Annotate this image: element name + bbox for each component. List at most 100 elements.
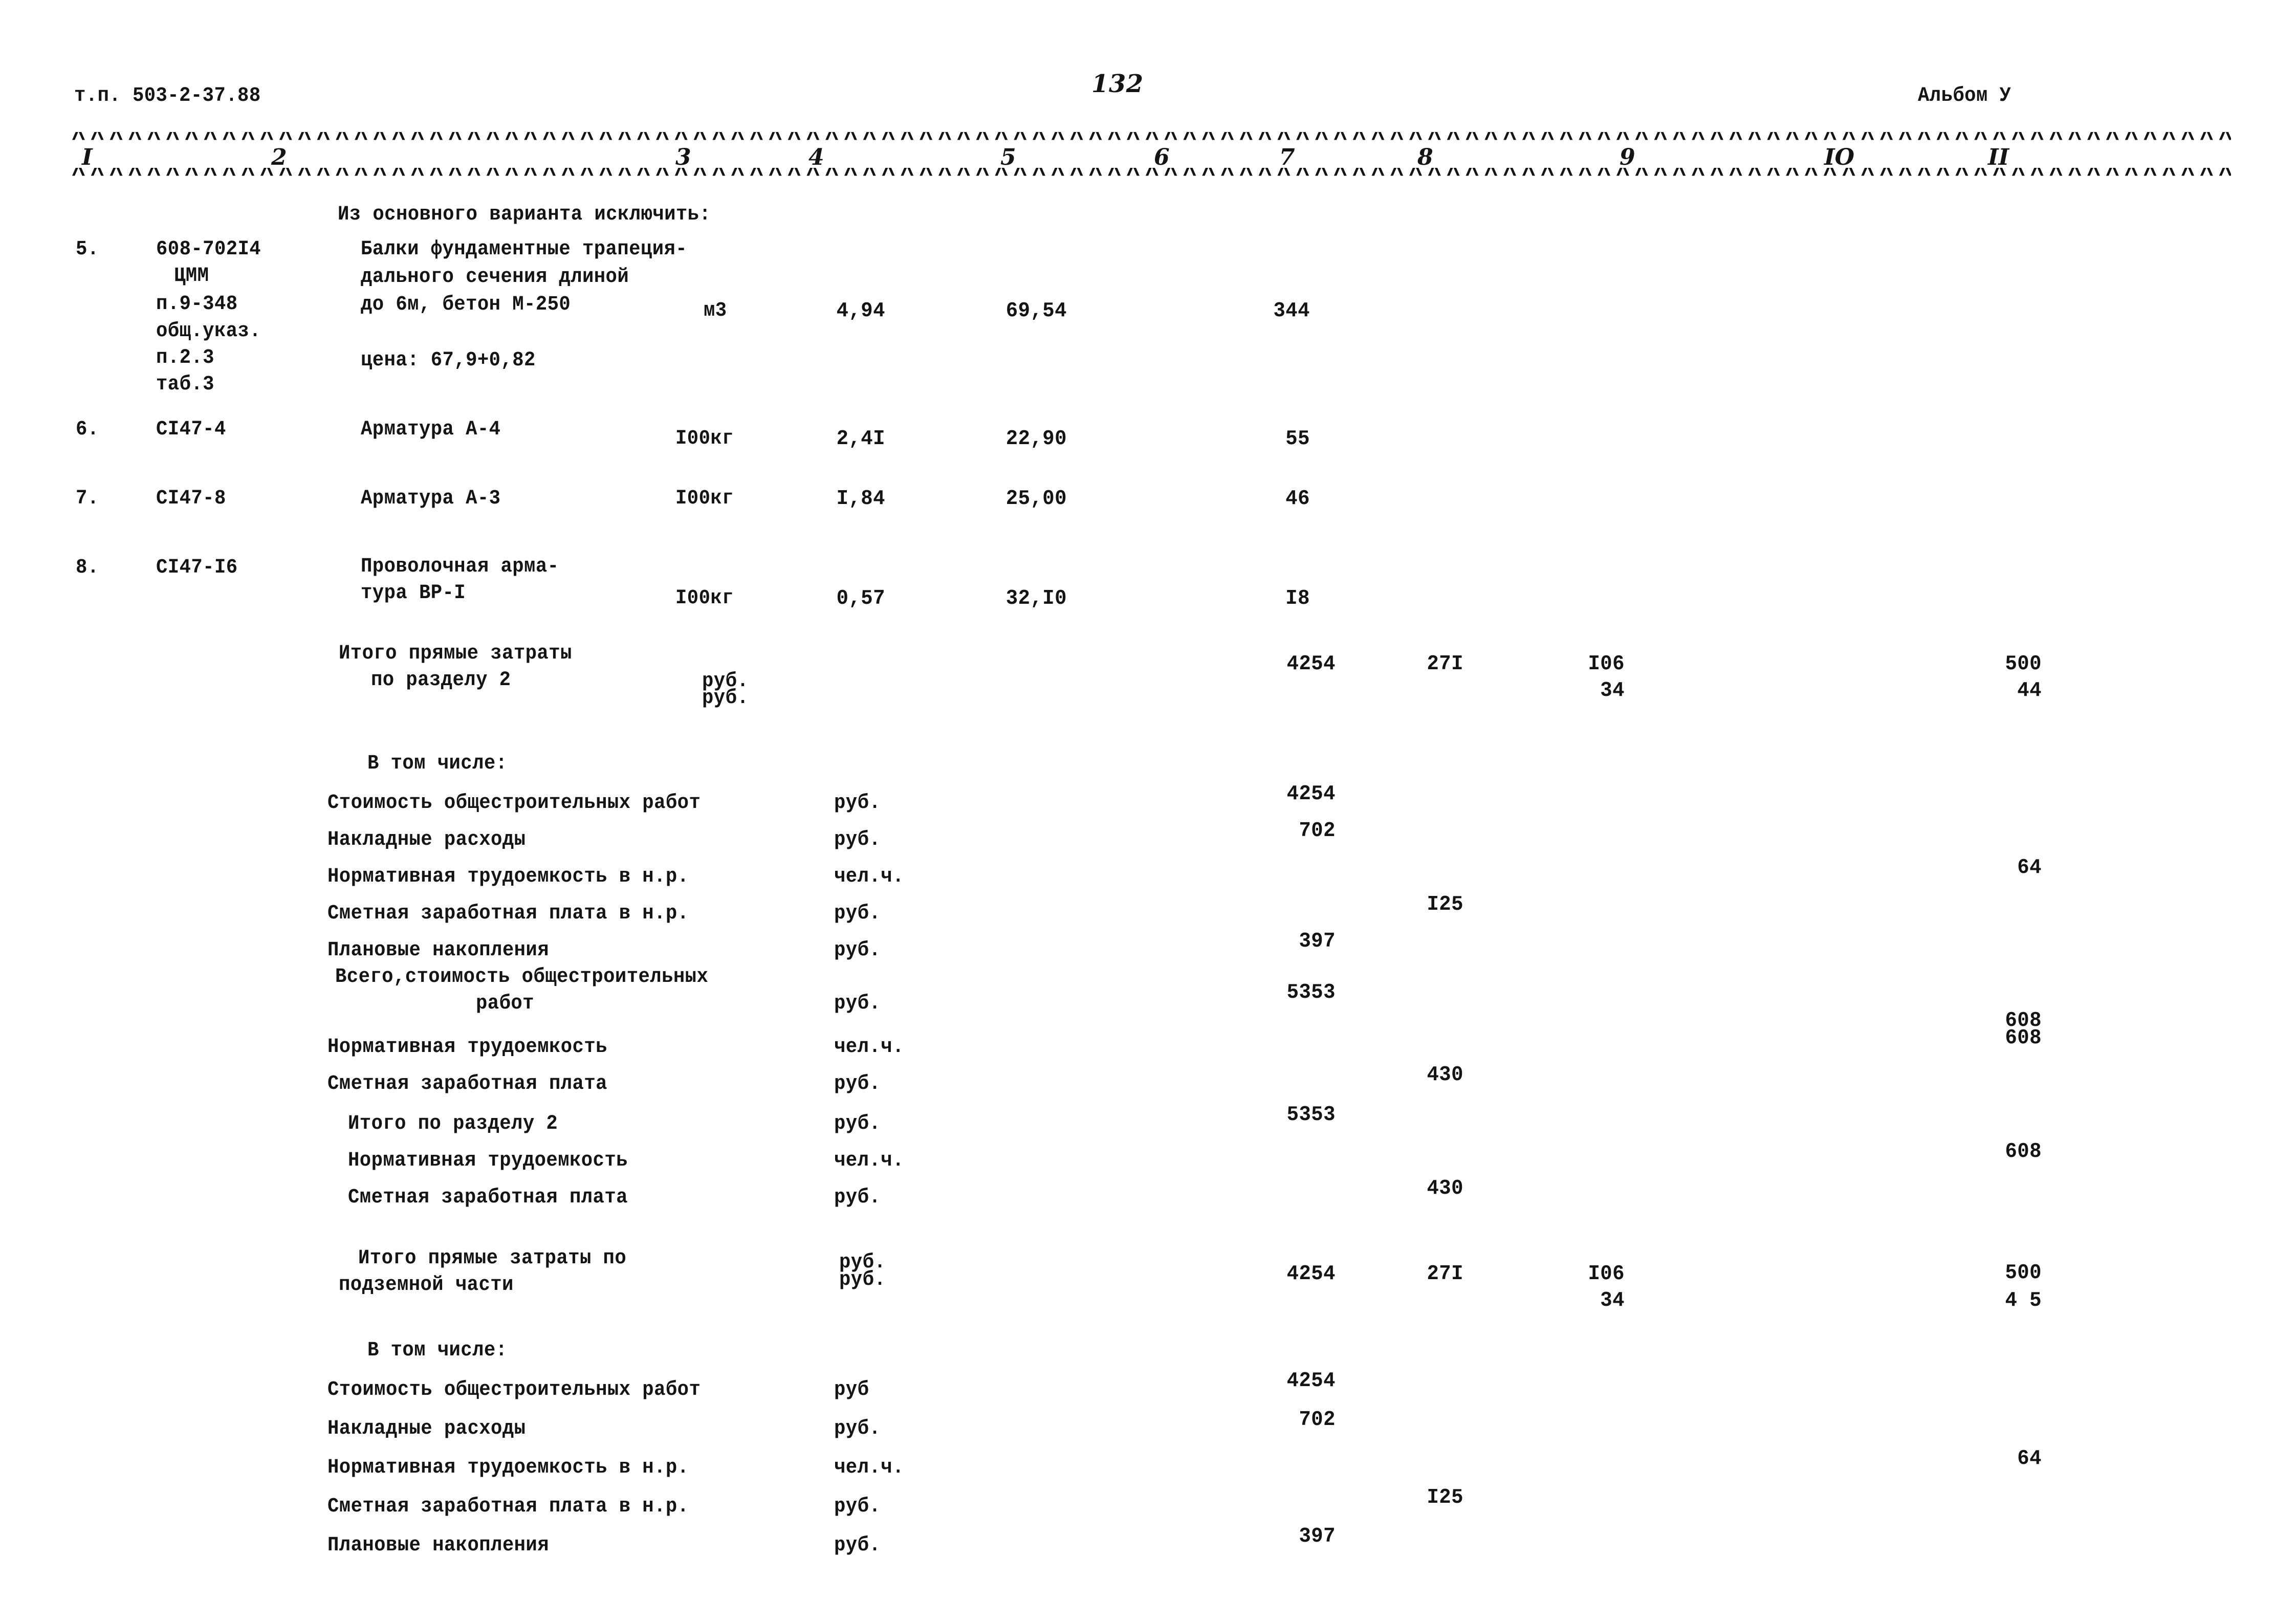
breakdown-row-unit: чел.ч.	[834, 865, 904, 888]
item-unit-price: 22,90	[1005, 427, 1067, 451]
breakdown-row-col7: 4254	[1286, 782, 1336, 806]
column-number: 8	[1417, 144, 1433, 170]
breakdown-row-label: Стоимость общестроительных работ	[327, 792, 701, 815]
document-page: т.п. 503-2-37.88 132 Альбом У ^^^^^^^^^^…	[0, 0, 2296, 1601]
item-total-cost: 344	[1273, 299, 1310, 323]
breakdown-row-col8: I25	[1427, 893, 1463, 916]
item-unit: I00кг	[675, 487, 734, 510]
item-unit: I00кг	[675, 427, 734, 450]
breakdown-row-unit: руб.	[834, 1495, 881, 1518]
item-total-cost: 55	[1285, 427, 1310, 451]
totals-col7: 5353	[1286, 981, 1336, 1004]
item-price-note: цена: 67,9+0,82	[361, 349, 536, 372]
column-number: 5	[1000, 144, 1016, 170]
item-unit: I00кг	[675, 587, 734, 610]
section2-total-row-col7: 5353	[1286, 1103, 1336, 1127]
item-name-line: Проволочная арма-	[361, 555, 559, 578]
column-number: II	[1988, 144, 2009, 170]
breakdown-row-col7: 397	[1299, 930, 1336, 953]
rule-top: ^^^^^^^^^^^^^^^^^^^^^^^^^^^^^^^^^^^^^^^^…	[72, 132, 2231, 149]
breakdown-row-unit: руб.	[834, 828, 881, 851]
summary-col9-top: I06	[1588, 652, 1625, 676]
underground-col11-top: 500	[2005, 1261, 2042, 1285]
totals-unit: руб.	[834, 992, 881, 1015]
item-code-line: 608-702I4	[156, 238, 261, 261]
totals-row-unit: руб.	[834, 1072, 881, 1095]
item-code-line: общ.указ.	[156, 320, 261, 343]
breakdown-row-label: Накладные расходы	[327, 828, 526, 851]
breakdown-row-unit: руб.	[834, 939, 881, 962]
breakdown-row-col7: 4254	[1286, 1369, 1336, 1393]
section2-total-row-label: Нормативная трудоемкость	[348, 1149, 628, 1172]
section2-total-row-label: Итого по разделу 2	[348, 1112, 558, 1135]
section2-total-row-col11: 608	[2005, 1140, 2042, 1164]
column-number: 4	[808, 144, 824, 170]
totals-row-label: Сметная заработная плата	[327, 1072, 607, 1095]
summary-unit: руб.	[702, 687, 749, 710]
item-total-cost: I8	[1285, 587, 1310, 610]
column-number: I	[82, 144, 93, 170]
item-quantity: I,84	[836, 487, 885, 511]
breakdown-heading: В том числе:	[367, 752, 508, 775]
album-label: Альбом У	[1918, 84, 2011, 107]
item-number: 8.	[76, 556, 99, 579]
breakdown-row-unit: руб.	[834, 792, 881, 815]
breakdown-row-label: Нормативная трудоемкость в н.р.	[327, 865, 689, 888]
breakdown-row-label: Плановые накопления	[327, 939, 549, 962]
underground-label-line: Итого прямые затраты по	[358, 1247, 627, 1270]
item-name-line: Арматура А-4	[361, 418, 501, 441]
item-name-line: Балки фундаментные трапеция-	[361, 238, 688, 261]
column-number: 7	[1279, 144, 1295, 170]
underground-col9-top: I06	[1588, 1262, 1625, 1286]
column-number: IO	[1824, 144, 1854, 170]
breakdown-row-label: Нормативная трудоемкость в н.р.	[327, 1456, 689, 1479]
totals-label-line: Всего,стоимость общестроительных	[335, 966, 709, 989]
breakdown-heading: В том числе:	[367, 1339, 508, 1362]
column-number: 9	[1620, 144, 1635, 170]
item-quantity: 2,4I	[836, 427, 885, 451]
summary-col11-bottom: 44	[2017, 679, 2042, 703]
totals-row-col11: 608	[2005, 1026, 2042, 1050]
item-quantity: 4,94	[836, 299, 885, 323]
underground-col7: 4254	[1286, 1262, 1336, 1286]
underground-unit: руб.	[839, 1268, 886, 1291]
summary-label-line: по разделу 2	[371, 669, 511, 692]
totals-row-label: Нормативная трудоемкость	[327, 1036, 607, 1059]
item-total-cost: 46	[1285, 487, 1310, 511]
breakdown-row-col11: 64	[2017, 856, 2042, 880]
item-code-line: п.9-348	[156, 293, 238, 316]
breakdown-row-col7: 702	[1299, 1408, 1336, 1432]
section2-total-row-unit: руб.	[834, 1186, 881, 1209]
item-code-line: CI47-8	[156, 487, 226, 510]
underground-col8: 27I	[1427, 1262, 1463, 1286]
totals-label-line: работ	[476, 992, 534, 1015]
column-number: 6	[1154, 144, 1170, 170]
breakdown-row-col7: 702	[1299, 819, 1336, 843]
breakdown-row-label: Сметная заработная плата в н.р.	[327, 902, 689, 925]
summary-col11-top: 500	[2005, 652, 2042, 676]
rule-bottom: ^^^^^^^^^^^^^^^^^^^^^^^^^^^^^^^^^^^^^^^^…	[72, 168, 2231, 185]
column-number: 3	[675, 144, 691, 170]
item-unit-price: 32,I0	[1005, 587, 1067, 610]
section2-total-row-label: Сметная заработная плата	[348, 1186, 628, 1209]
item-name-line: тура ВР-I	[361, 582, 466, 605]
item-quantity: 0,57	[836, 587, 885, 610]
breakdown-row-label: Стоимость общестроительных работ	[327, 1378, 701, 1401]
item-name-line: Арматура А-3	[361, 487, 501, 510]
breakdown-row-col8: I25	[1427, 1486, 1463, 1509]
item-code-line: таб.3	[156, 373, 214, 396]
section-note: Из основного варианта исключить:	[338, 203, 711, 226]
breakdown-row-label: Накладные расходы	[327, 1417, 526, 1440]
summary-col7: 4254	[1286, 652, 1336, 676]
breakdown-row-unit: руб	[834, 1378, 869, 1401]
breakdown-row-col11: 64	[2017, 1447, 2042, 1471]
item-number: 7.	[76, 487, 99, 510]
section2-total-row-unit: чел.ч.	[834, 1149, 904, 1172]
item-unit-price: 25,00	[1005, 487, 1067, 511]
summary-label-line: Итого прямые затраты	[339, 642, 572, 665]
item-unit: м3	[704, 299, 727, 322]
item-unit-price: 69,54	[1005, 299, 1067, 323]
page-number: 132	[1091, 70, 1144, 98]
breakdown-row-unit: чел.ч.	[834, 1456, 904, 1479]
item-name-line: дального сечения длиной	[361, 266, 629, 289]
